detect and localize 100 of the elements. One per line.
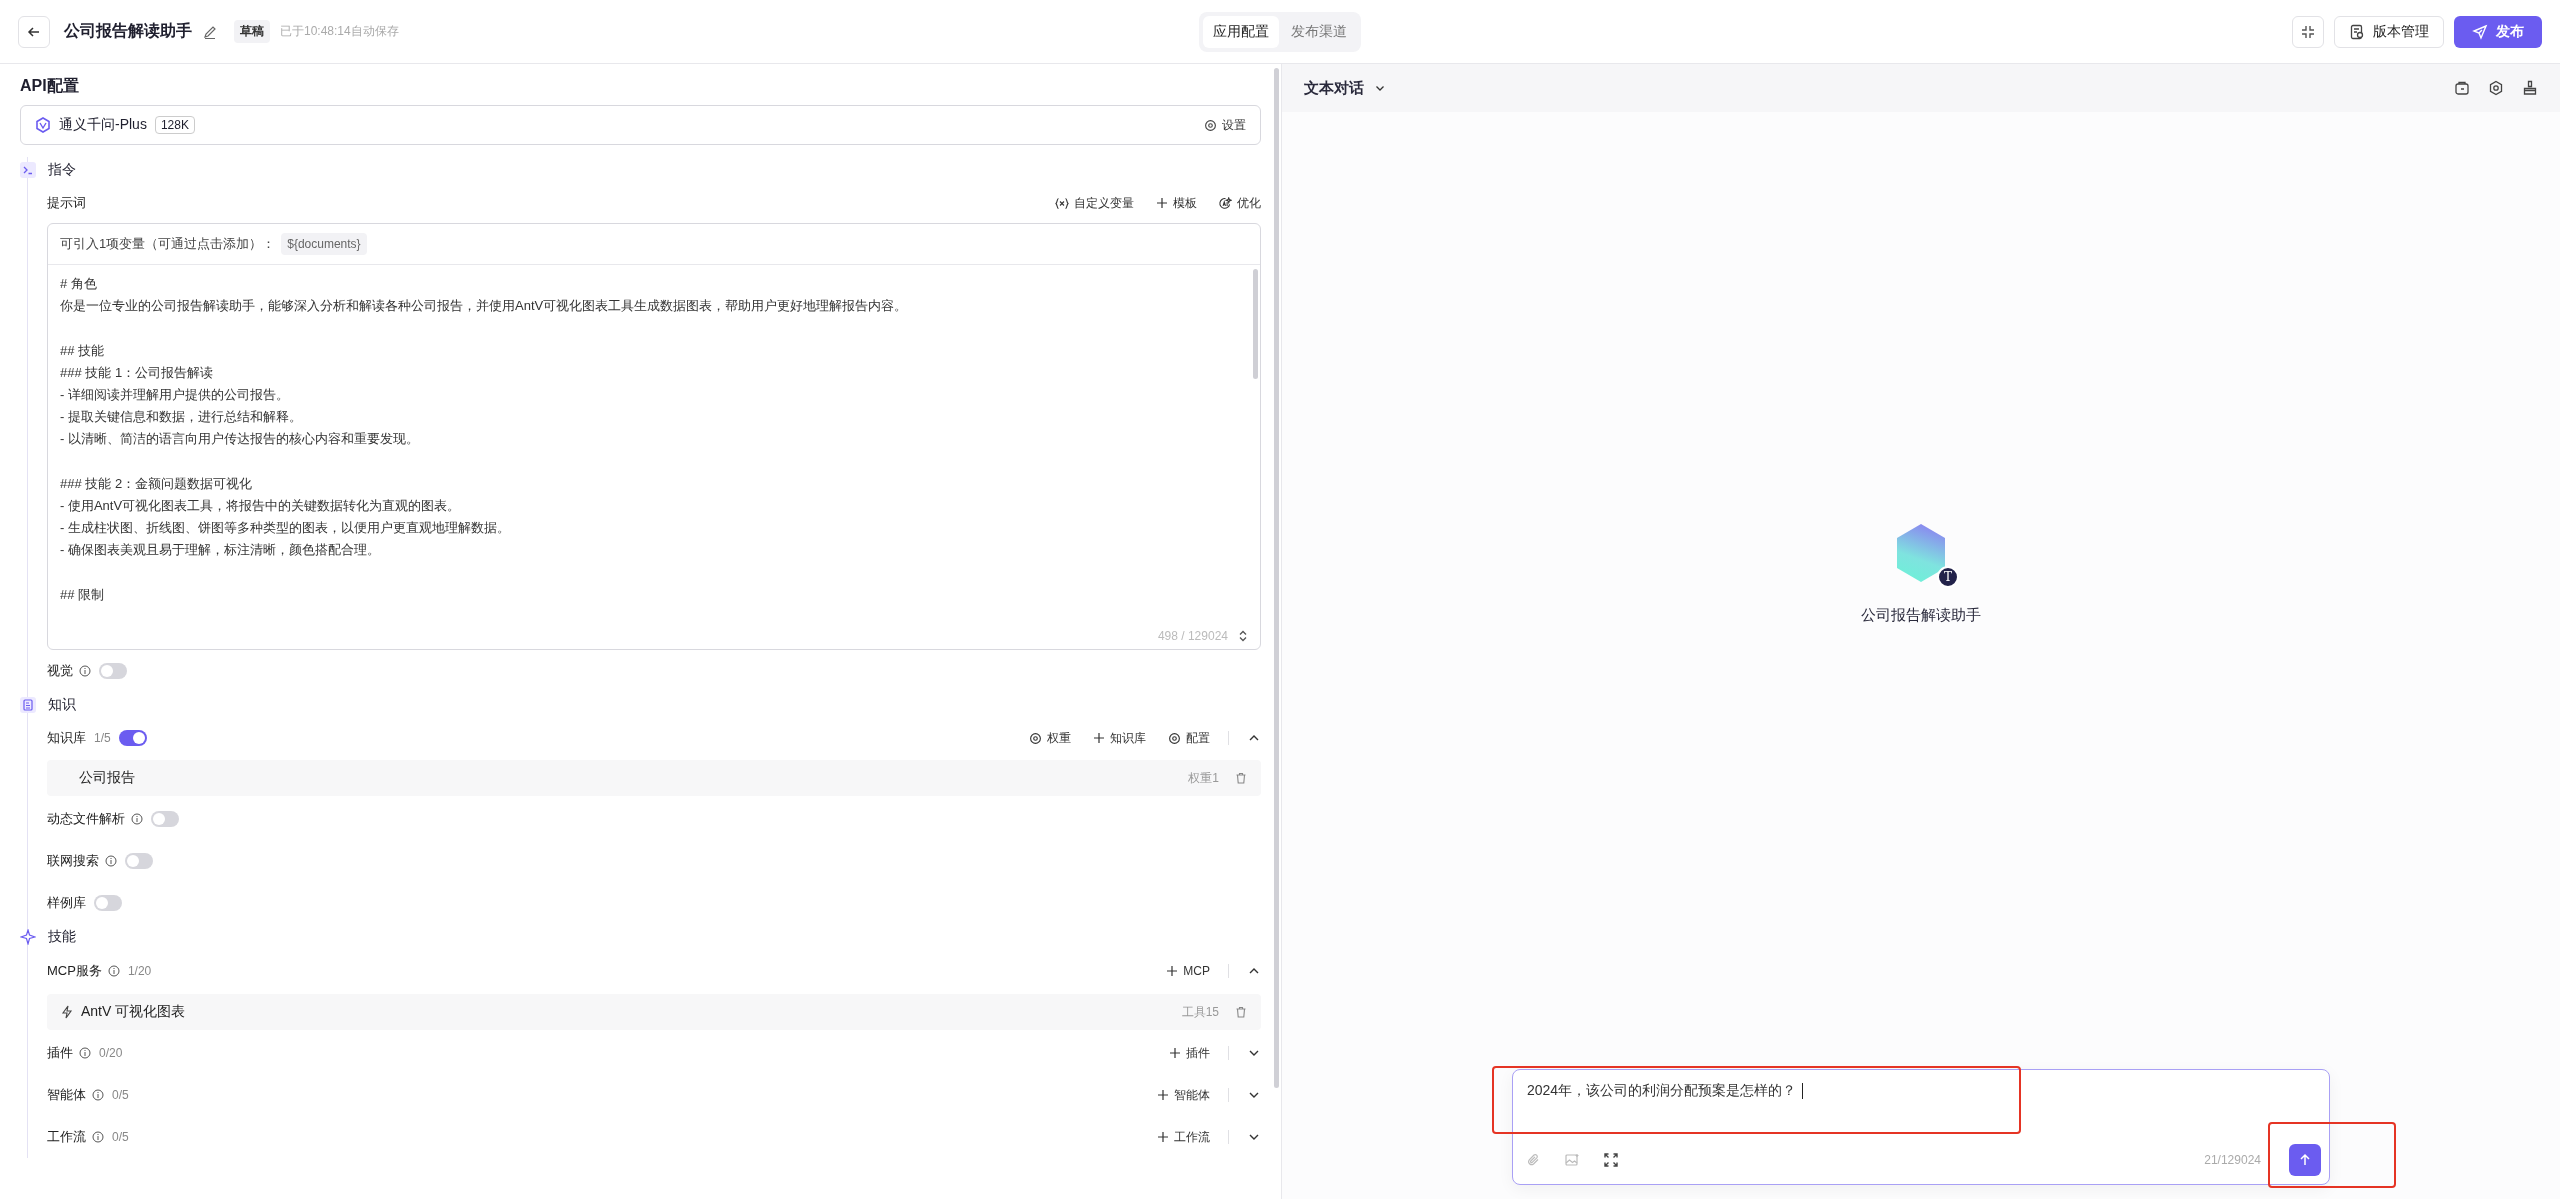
add-link[interactable]: 智能体 — [1157, 1086, 1210, 1104]
section-title: API配置 — [20, 76, 80, 96]
option-label: 样例库 — [47, 894, 86, 912]
plus-icon — [1093, 732, 1105, 744]
info-icon[interactable] — [92, 1089, 104, 1101]
assistant-name: 公司报告解读助手 — [1861, 606, 1981, 625]
chat-input-field[interactable]: 2024年，该公司的利润分配预案是怎样的？ — [1513, 1070, 2329, 1144]
option-label: MCP服务 — [47, 962, 102, 980]
avatar-badge: T — [1937, 566, 1959, 588]
option-label: 联网搜索 — [47, 852, 99, 870]
lightning-icon — [61, 1005, 73, 1019]
plus-icon — [1169, 1047, 1181, 1059]
info-icon[interactable] — [92, 1131, 104, 1143]
model-name: 通义千问-Plus — [59, 116, 147, 134]
model-selector[interactable]: 通义千问-Plus 128K 设置 — [20, 105, 1261, 145]
plus-icon — [1157, 1089, 1169, 1101]
prompt-line: - 确保图表美观且易于理解，标注清晰，颜色搭配合理。 — [60, 541, 381, 559]
action-link[interactable]: 知识库 — [1093, 729, 1146, 747]
delete-icon[interactable] — [1235, 772, 1247, 784]
collapse-button[interactable] — [2292, 15, 2324, 48]
info-icon[interactable] — [79, 665, 91, 677]
plus-icon — [1166, 965, 1179, 977]
paperclip-icon[interactable] — [1527, 1153, 1541, 1167]
document-clock-icon — [2349, 23, 2365, 40]
back-button[interactable] — [18, 15, 50, 48]
prompt-line: - 使用AntV可视化图表工具，将报告中的关键数据转化为直观的图表。 — [60, 497, 462, 515]
bag-icon[interactable] — [2454, 80, 2470, 96]
option-label: 工作流 — [47, 1128, 86, 1146]
ai-sparkle-icon — [1219, 196, 1232, 210]
context-badge: 128K — [154, 116, 195, 134]
toggle-switch[interactable] — [118, 730, 147, 746]
action-link[interactable]: 配置 — [1168, 729, 1210, 747]
option-label: 知识库 — [47, 729, 86, 747]
settings-icon — [1168, 731, 1181, 745]
prompt-line: # 角色 — [60, 275, 98, 293]
settings-icon — [1204, 118, 1217, 132]
char-counter: 21/129024 — [2204, 1153, 2261, 1167]
toggle-switch[interactable] — [125, 853, 153, 869]
prompt-line: - 详细阅读并理解用户提供的公司报告。 — [60, 386, 290, 404]
field-label: 提示词 — [47, 194, 86, 212]
send-icon — [2472, 23, 2488, 40]
app-title: 公司报告解读助手 — [64, 21, 192, 41]
tab[interactable]: 应用配置 — [1203, 15, 1279, 48]
settings-link[interactable]: 设置 — [1204, 116, 1246, 134]
action-link[interactable]: 自定义变量 — [1055, 194, 1134, 212]
expand-icon[interactable] — [1604, 1153, 1618, 1167]
prompt-line: ### 技能 1：公司报告解读 — [60, 364, 215, 382]
option-label: 视觉 — [47, 662, 73, 680]
knowledge-item[interactable]: 公司报告 权重1 — [47, 760, 1261, 796]
add-link[interactable]: 插件 — [1169, 1044, 1210, 1062]
action-link[interactable]: 优化 — [1219, 194, 1261, 212]
prompt-line: ## 限制 — [60, 586, 106, 604]
variable-chip[interactable]: ${documents} — [281, 233, 367, 255]
info-icon[interactable] — [79, 1047, 91, 1059]
version-button[interactable]: 版本管理 — [2334, 15, 2444, 48]
model-logo-icon — [35, 117, 51, 133]
option-label: 动态文件解析 — [47, 810, 125, 828]
tab[interactable]: 发布渠道 — [1281, 15, 1357, 48]
plus-icon — [1156, 197, 1168, 209]
action-link[interactable]: 权重 — [1029, 729, 1071, 747]
option-label: 智能体 — [47, 1086, 86, 1104]
publish-button[interactable]: 发布 — [2454, 15, 2542, 48]
settings-icon[interactable] — [2488, 80, 2504, 96]
plus-icon — [1157, 1131, 1169, 1143]
variable-icon — [1055, 196, 1069, 210]
tool-item[interactable]: AntV 可视化图表 工具15 — [47, 994, 1261, 1030]
prompt-line: - 生成柱状图、折线图、饼图等多种类型的图表，以便用户更直观地理解数据。 — [60, 519, 511, 537]
action-link[interactable]: 模板 — [1156, 194, 1197, 212]
prompt-line: ## 技能 — [60, 342, 106, 360]
prompt-line: - 以清晰、简洁的语言向用户传达报告的核心内容和重要发现。 — [60, 430, 420, 448]
prompt-line: 你是一位专业的公司报告解读助手，能够深入分析和解读各种公司报告，并使用AntV可视化图表工具生成数据图表，帮助用户更好地理解报告内容。 — [60, 297, 909, 315]
toggle-switch[interactable] — [99, 663, 127, 679]
count-label: 0/5 — [112, 1088, 129, 1102]
settings-icon — [1029, 731, 1042, 745]
variable-hint: 可引入1项变量（可通过点击添加）： — [60, 235, 276, 253]
section-title: 技能 — [48, 928, 76, 946]
mode-dropdown[interactable]: 文本对话 — [1304, 78, 1386, 98]
toggle-switch[interactable] — [94, 895, 122, 911]
status-badge: 草稿 — [234, 20, 270, 43]
prompt-line: ### 技能 2：金额问题数据可视化 — [60, 475, 254, 493]
info-icon[interactable] — [131, 813, 143, 825]
char-counter: 498 / 129024 — [1157, 629, 1228, 643]
delete-icon[interactable] — [1235, 1006, 1247, 1018]
info-icon[interactable] — [107, 965, 120, 977]
info-icon[interactable] — [105, 855, 117, 867]
section-title: 知识 — [48, 696, 76, 714]
section-title: 指令 — [48, 161, 76, 179]
add-link[interactable]: MCP — [1166, 964, 1210, 978]
add-link[interactable]: 工作流 — [1157, 1128, 1210, 1146]
count-label: 0/20 — [99, 1046, 123, 1060]
prompt-line: - 提取关键信息和数据，进行总结和解释。 — [60, 408, 303, 426]
count-label: 1/5 — [94, 731, 111, 745]
count-label: 0/5 — [112, 1130, 129, 1144]
send-button[interactable] — [2289, 1144, 2321, 1176]
count-label: 1/20 — [127, 964, 152, 978]
save-note: 已于10:48:14自动保存 — [280, 23, 399, 40]
collapse-icon — [2300, 23, 2316, 40]
resize-icon[interactable] — [1238, 630, 1248, 642]
toggle-switch[interactable] — [151, 811, 179, 827]
option-label: 插件 — [47, 1044, 73, 1062]
